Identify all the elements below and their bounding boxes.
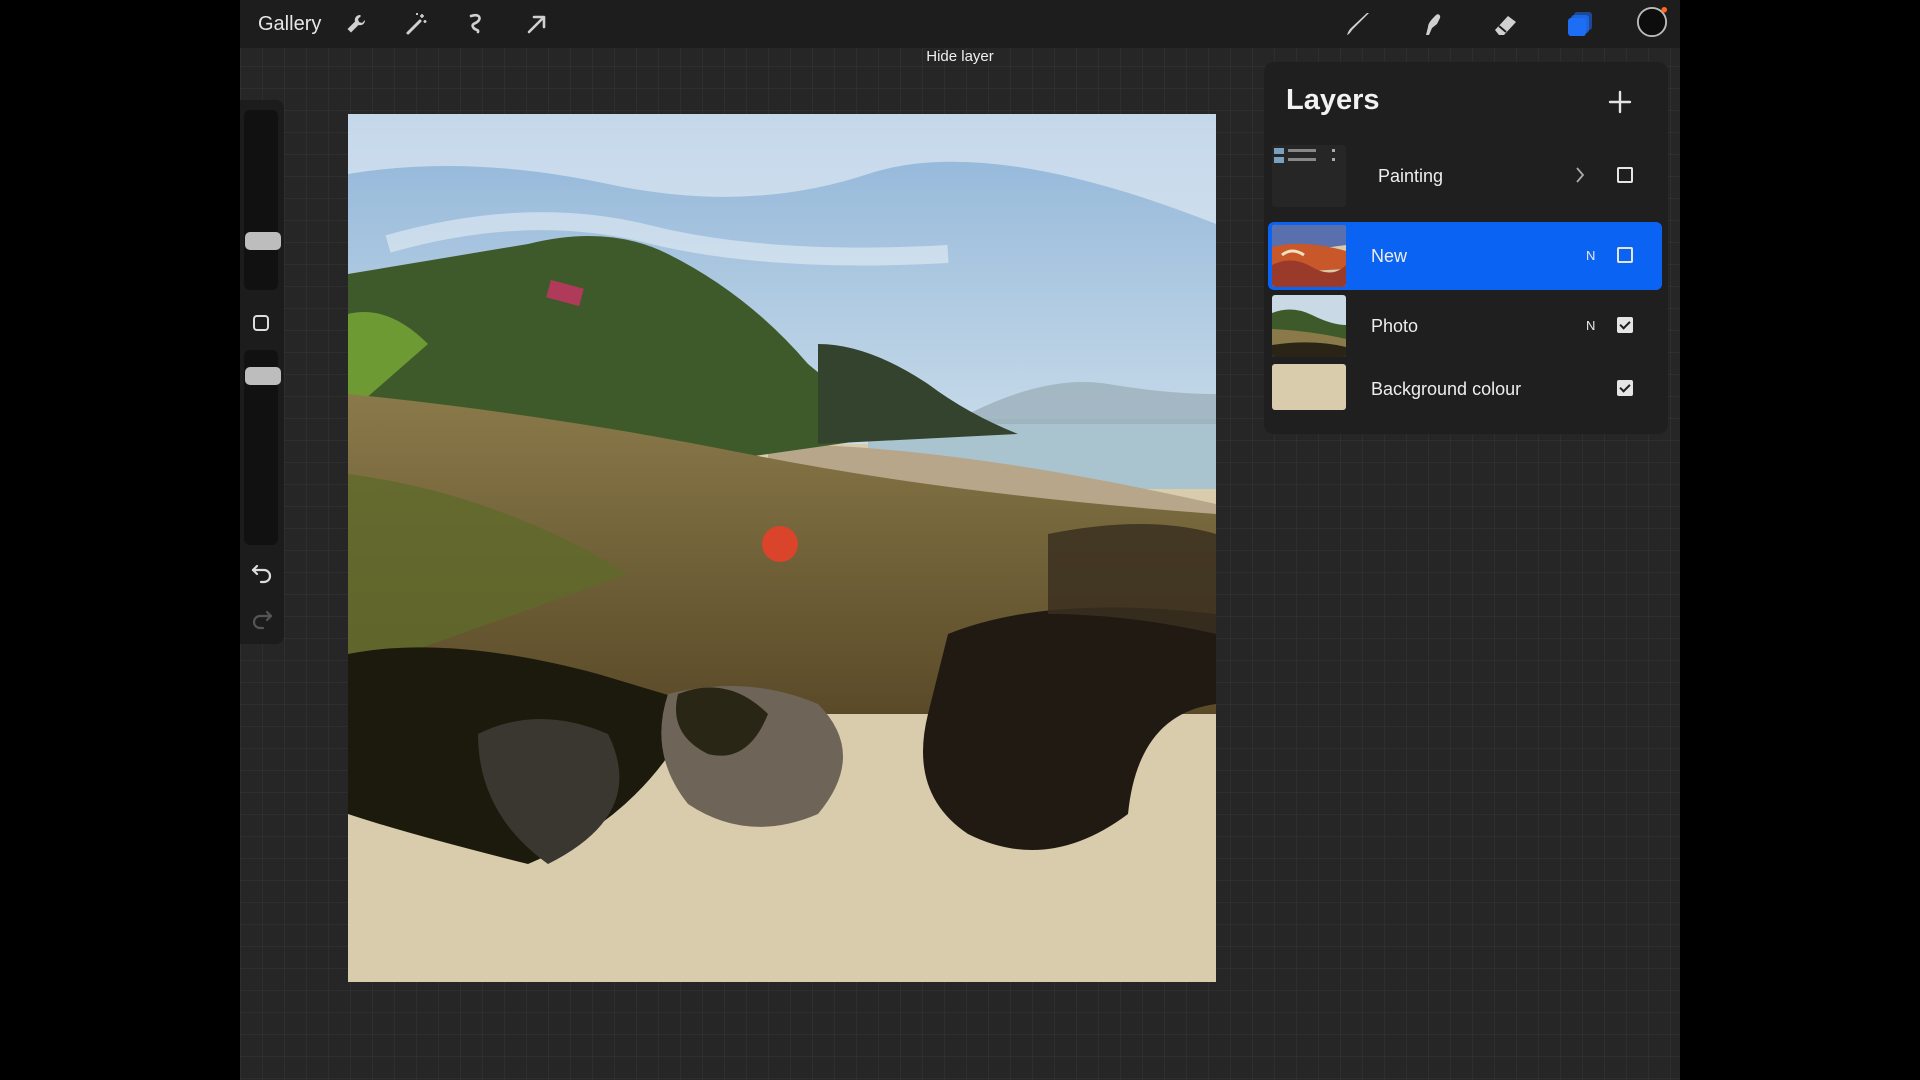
layer-row-painting[interactable]: Painting (1268, 142, 1662, 210)
canvas-artwork (348, 114, 1216, 982)
visibility-checkbox[interactable] (1617, 247, 1633, 263)
layer-name: New (1371, 246, 1408, 266)
smudge-icon[interactable] (1416, 8, 1448, 40)
sidebar (240, 100, 284, 644)
background-colour-swatch (1272, 364, 1346, 410)
visibility-checkbox[interactable] (1617, 317, 1633, 333)
layer-row-background-colour[interactable]: Background colour (1268, 356, 1662, 424)
transform-arrow-icon[interactable] (520, 8, 552, 40)
layer-row-photo[interactable]: Photo N (1268, 292, 1662, 360)
selection-icon[interactable] (460, 8, 492, 40)
layers-panel: Layers Painting New N Photo N Background… (1264, 62, 1668, 434)
layer-row-new[interactable]: New N (1268, 222, 1662, 290)
gallery-button[interactable]: Gallery (258, 13, 321, 36)
blend-mode-button[interactable]: N (1586, 248, 1595, 263)
brush-icon[interactable] (1342, 8, 1374, 40)
layer-name: Background colour (1371, 379, 1522, 399)
brush-size-slider[interactable] (244, 110, 278, 290)
layer-thumbnail (1272, 225, 1346, 287)
procreate-app: Gallery Hide layer Layers Painting New N… (240, 0, 1680, 1080)
canvas[interactable] (348, 114, 1216, 982)
brush-size-thumb[interactable] (245, 232, 281, 250)
add-layer-icon[interactable] (1602, 84, 1638, 120)
layer-thumbnail (1272, 145, 1346, 207)
modifier-button[interactable] (253, 315, 269, 331)
blend-mode-button[interactable]: N (1586, 318, 1595, 333)
layer-name: Photo (1371, 316, 1419, 336)
layer-thumbnail (1272, 295, 1346, 357)
chevron-right-icon[interactable] (1572, 164, 1588, 186)
top-toolbar: Gallery (240, 0, 1680, 48)
magic-wand-icon[interactable] (400, 8, 432, 40)
layer-name: Painting (1378, 166, 1444, 186)
layers-title: Layers (1286, 84, 1380, 116)
eraser-icon[interactable] (1490, 8, 1522, 40)
redo-icon[interactable] (248, 604, 276, 632)
undo-icon[interactable] (248, 558, 276, 586)
color-swatch[interactable] (1636, 6, 1670, 40)
opacity-thumb[interactable] (245, 367, 281, 385)
layers-icon[interactable] (1564, 8, 1596, 40)
visibility-checkbox[interactable] (1617, 380, 1633, 396)
wrench-icon[interactable] (340, 8, 372, 40)
visibility-checkbox[interactable] (1617, 167, 1633, 183)
